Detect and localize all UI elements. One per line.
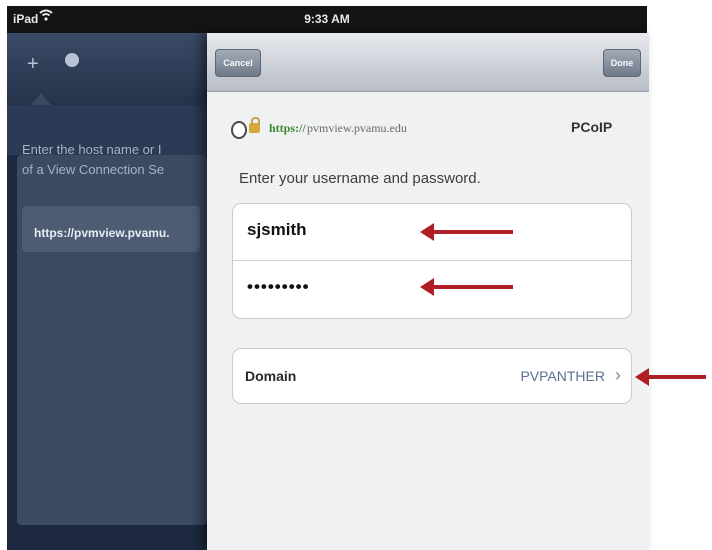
background-instruction-text: Enter the host name or I of a View Conne… [22, 140, 200, 180]
server-url-row: https:// pvmview.pvamu.edu PCoIP [231, 117, 621, 141]
background-app: + [7, 33, 207, 550]
person-icon[interactable] [65, 53, 79, 67]
field-divider [233, 260, 631, 261]
background-app-header: + [7, 33, 207, 105]
url-host: pvmview.pvamu.edu [307, 121, 407, 135]
background-server-url: https://pvmview.pvamu. [34, 226, 170, 240]
instruction-line: Enter the host name or I [22, 142, 162, 157]
url-scheme: https:// [269, 121, 306, 135]
chevron-right-icon: › [615, 365, 621, 385]
instruction-line: of a View Connection Se [22, 162, 165, 177]
domain-row[interactable]: Domain PVPANTHER › [232, 348, 632, 404]
info-icon[interactable] [231, 121, 247, 139]
sheet-nav-bar: Cancel Done [207, 33, 649, 92]
login-prompt: Enter your username and password. [239, 170, 481, 187]
popover-notch [31, 93, 51, 105]
domain-value: PVPANTHER [520, 368, 605, 384]
cancel-button[interactable]: Cancel [215, 49, 261, 77]
done-button[interactable]: Done [603, 49, 641, 77]
arrow-left-icon [635, 368, 706, 386]
credentials-group: sjsmith ••••••••• [232, 203, 632, 319]
domain-label: Domain [245, 368, 297, 384]
plus-icon[interactable]: + [27, 53, 39, 76]
username-field[interactable]: sjsmith [247, 220, 407, 240]
lock-icon [249, 117, 260, 133]
status-time: 9:33 AM [304, 12, 350, 26]
password-field[interactable]: ••••••••• [247, 277, 407, 297]
pcoip-logo: PCoIP [571, 119, 613, 135]
arrow-left-icon [420, 278, 513, 296]
arrow-left-icon [420, 223, 513, 241]
status-bar: iPad 9:33 AM [7, 6, 647, 33]
